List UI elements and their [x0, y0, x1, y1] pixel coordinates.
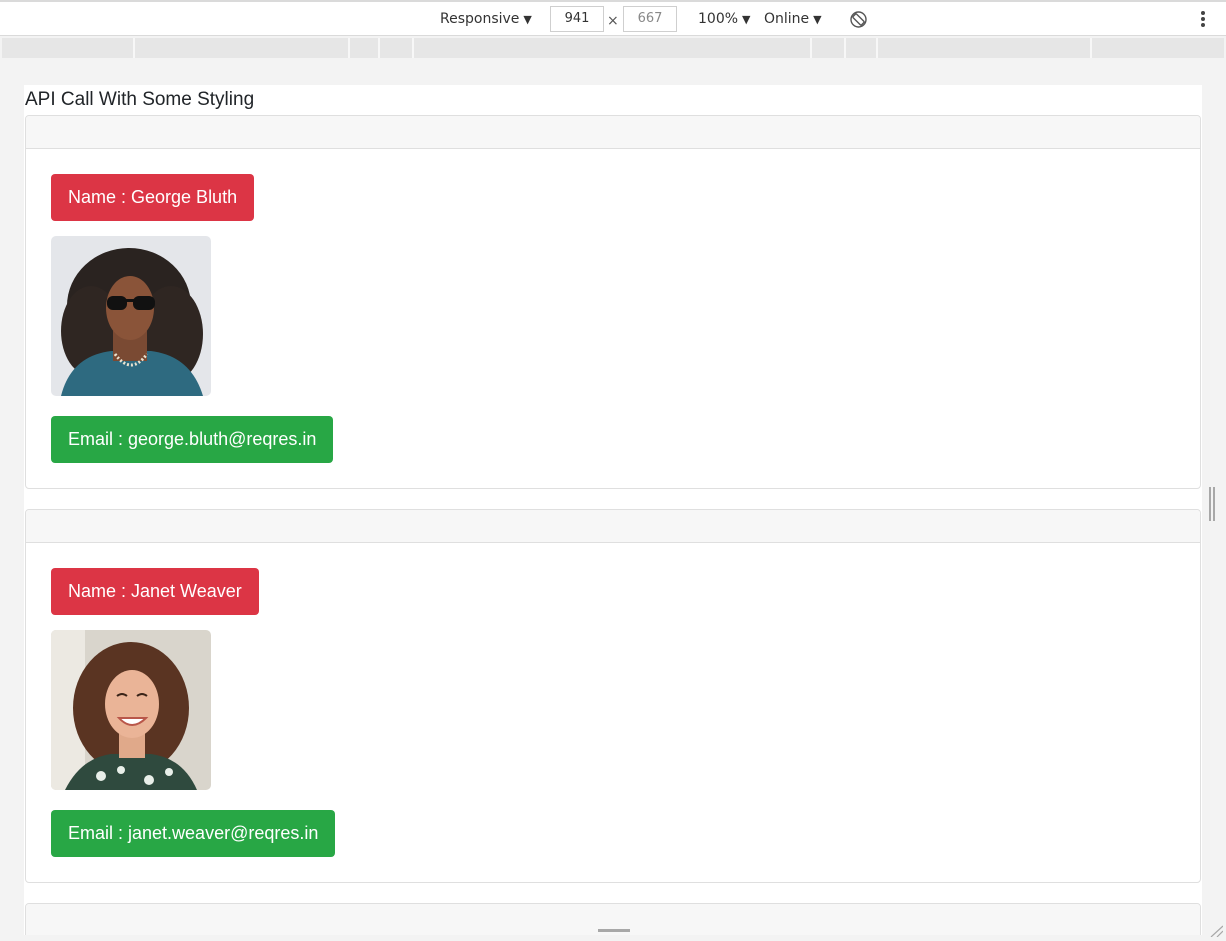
media-query-segment[interactable] [846, 38, 878, 58]
device-mode-label: Responsive [440, 11, 520, 27]
user-avatar [51, 630, 211, 790]
viewport-corner-resize-handle[interactable] [1209, 922, 1224, 938]
page-viewport: API Call With Some Styling Name : George… [24, 85, 1202, 935]
viewport-height-resize-handle[interactable] [598, 929, 630, 932]
network-throttle-dropdown[interactable]: Online ▼ [764, 2, 822, 36]
media-query-segment[interactable] [878, 38, 1092, 58]
media-query-segment[interactable] [135, 38, 350, 58]
zoom-dropdown[interactable]: 100% ▼ [698, 2, 751, 36]
more-options-icon[interactable] [1196, 11, 1210, 29]
viewport-width-resize-handle[interactable] [1209, 487, 1217, 521]
user-email-badge: Email : george.bluth@reqres.in [51, 416, 334, 463]
zoom-label: 100% [698, 11, 739, 27]
device-toolbar: Responsive ▼ 941 × 667 100% ▼ Online ▼ [0, 0, 1226, 36]
media-query-segment[interactable] [812, 38, 846, 58]
user-card: Name : George Bluth Email: george.bluth… [25, 115, 1201, 489]
page-title: API Call With Some Styling [25, 89, 255, 110]
rotate-icon[interactable] [850, 11, 867, 28]
chevron-down-icon: ▼ [742, 13, 751, 26]
card-header [26, 116, 1200, 149]
times-separator: × [607, 13, 619, 29]
user-email-badge: Email : janet.weaver@reqres.in [51, 810, 336, 857]
media-query-segment[interactable] [2, 38, 135, 58]
user-name-badge: Name : Janet Weaver [51, 568, 259, 615]
media-query-segment[interactable] [414, 38, 812, 58]
card-header [26, 510, 1200, 543]
media-query-ruler [2, 38, 1224, 58]
user-avatar [51, 236, 211, 396]
user-name-badge: Name : George Bluth [51, 174, 255, 221]
media-query-segment[interactable] [1092, 38, 1224, 58]
media-query-segment[interactable] [350, 38, 380, 58]
device-mode-dropdown[interactable]: Responsive ▼ [440, 2, 532, 36]
height-input[interactable]: 667 [623, 6, 677, 32]
chevron-down-icon: ▼ [813, 13, 822, 26]
network-label: Online [764, 11, 810, 27]
width-input[interactable]: 941 [550, 6, 604, 32]
user-card: Name : Janet Weaver Email: janet.weaver… [25, 509, 1201, 883]
chevron-down-icon: ▼ [523, 13, 532, 26]
media-query-segment[interactable] [380, 38, 414, 58]
